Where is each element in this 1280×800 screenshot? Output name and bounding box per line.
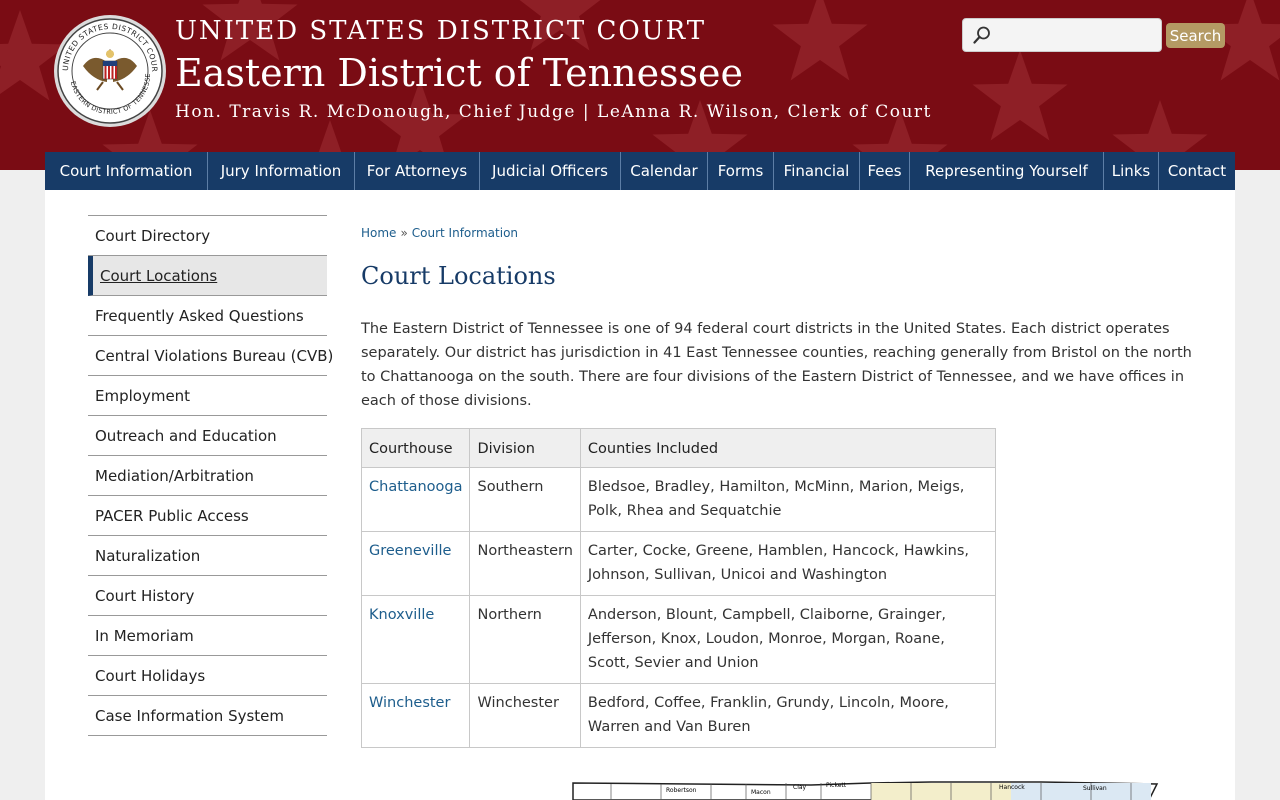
sidebar-item-faq[interactable]: Frequently Asked Questions (88, 296, 327, 336)
courthouse-link-greeneville[interactable]: Greeneville (360, 531, 471, 596)
table-row: Chattanooga Southern Bledsoe, Bradley, H… (360, 467, 997, 532)
intro-paragraph: The Eastern District of Tennessee is one… (361, 321, 1192, 409)
sidebar-item-pacer[interactable]: PACER Public Access (88, 496, 327, 536)
map-label: Robertson (666, 787, 697, 794)
breadcrumb: Home » Court Information (361, 226, 518, 240)
sidebar-item-cvb[interactable]: Central Violations Bureau (CVB) (88, 336, 333, 376)
officials-line: Hon. Travis R. McDonough, Chief Judge | … (175, 102, 932, 122)
map-label: Clay (793, 784, 807, 791)
courthouse-link-knoxville[interactable]: Knoxville (360, 595, 471, 684)
counties-cell: Carter, Cocke, Greene, Hamblen, Hancock,… (579, 531, 997, 596)
magnifier-icon (973, 26, 990, 44)
nav-fees[interactable]: Fees (860, 152, 910, 190)
search-button[interactable]: Search (1166, 23, 1225, 48)
counties-cell: Anderson, Blount, Campbell, Claiborne, G… (579, 595, 997, 684)
courthouse-link-chattanooga[interactable]: Chattanooga (360, 467, 471, 532)
sidebar-item-court-holidays[interactable]: Court Holidays (88, 656, 327, 696)
sidebar-item-in-memoriam[interactable]: In Memoriam (88, 616, 327, 656)
column-header-courthouse: Courthouse (360, 428, 471, 468)
table-row: Greeneville Northeastern Carter, Cocke, … (360, 531, 997, 596)
division-cell: Northeastern (469, 531, 581, 596)
courthouse-link-winchester[interactable]: Winchester (360, 683, 471, 748)
sidebar-item-employment[interactable]: Employment (88, 376, 327, 416)
breadcrumb-separator: » (400, 226, 408, 240)
division-cell: Northern (469, 595, 581, 684)
table-row: Winchester Winchester Bedford, Coffee, F… (360, 683, 997, 748)
nav-calendar[interactable]: Calendar (621, 152, 708, 190)
court-seal-icon: UNITED STATES DISTRICT COURT EASTERN DIS… (53, 14, 166, 127)
district-name[interactable]: Eastern District of Tennessee (175, 51, 743, 95)
nav-jury-information[interactable]: Jury Information (208, 152, 355, 190)
site-header: UNITED STATES DISTRICT COURT EASTERN DIS… (0, 0, 1280, 170)
district-map-image: Robertson Macon Clay Pickett Hancock Sul… (572, 781, 1159, 800)
nav-judicial-officers[interactable]: Judicial Officers (480, 152, 621, 190)
sidebar-item-court-locations[interactable]: Court Locations (88, 256, 327, 296)
counties-cell: Bedford, Coffee, Franklin, Grundy, Linco… (579, 683, 997, 748)
court-locations-table: Courthouse Division Counties Included Ch… (360, 428, 997, 748)
nav-for-attorneys[interactable]: For Attorneys (355, 152, 480, 190)
table-row: Knoxville Northern Anderson, Blount, Cam… (360, 595, 997, 684)
division-cell: Winchester (469, 683, 581, 748)
sidebar-item-case-information[interactable]: Case Information System (88, 696, 327, 736)
sidebar-item-court-history[interactable]: Court History (88, 576, 327, 616)
page-title: Court Locations (361, 262, 556, 290)
main-nav: Court Information Jury Information For A… (45, 152, 1235, 190)
breadcrumb-court-information[interactable]: Court Information (412, 226, 518, 240)
map-label: Sullivan (1083, 785, 1107, 792)
nav-contact[interactable]: Contact (1159, 152, 1235, 190)
column-header-division: Division (469, 428, 581, 468)
nav-court-information[interactable]: Court Information (45, 152, 208, 190)
map-label: Macon (751, 789, 771, 796)
search-box[interactable] (962, 18, 1162, 52)
nav-representing-yourself[interactable]: Representing Yourself (910, 152, 1104, 190)
sidebar-item-court-directory[interactable]: Court Directory (88, 216, 327, 256)
nav-forms[interactable]: Forms (708, 152, 774, 190)
map-label: Hancock (999, 784, 1025, 791)
breadcrumb-home[interactable]: Home (361, 226, 396, 240)
sidebar-item-mediation[interactable]: Mediation/Arbitration (88, 456, 327, 496)
main-content: Court Directory Court Locations Frequent… (45, 190, 1235, 800)
sidebar-item-naturalization[interactable]: Naturalization (88, 536, 327, 576)
nav-links[interactable]: Links (1104, 152, 1159, 190)
sidebar-menu: Court Directory Court Locations Frequent… (88, 215, 333, 736)
column-header-counties: Counties Included (579, 428, 997, 468)
search-input[interactable] (997, 23, 1159, 49)
sidebar-item-outreach[interactable]: Outreach and Education (88, 416, 327, 456)
map-label: Pickett (826, 782, 847, 789)
division-cell: Southern (469, 467, 581, 532)
nav-financial[interactable]: Financial (774, 152, 860, 190)
court-name-top: UNITED STATES DISTRICT COURT (175, 16, 707, 46)
table-header-row: Courthouse Division Counties Included (360, 428, 997, 468)
counties-cell: Bledsoe, Bradley, Hamilton, McMinn, Mari… (579, 467, 997, 532)
